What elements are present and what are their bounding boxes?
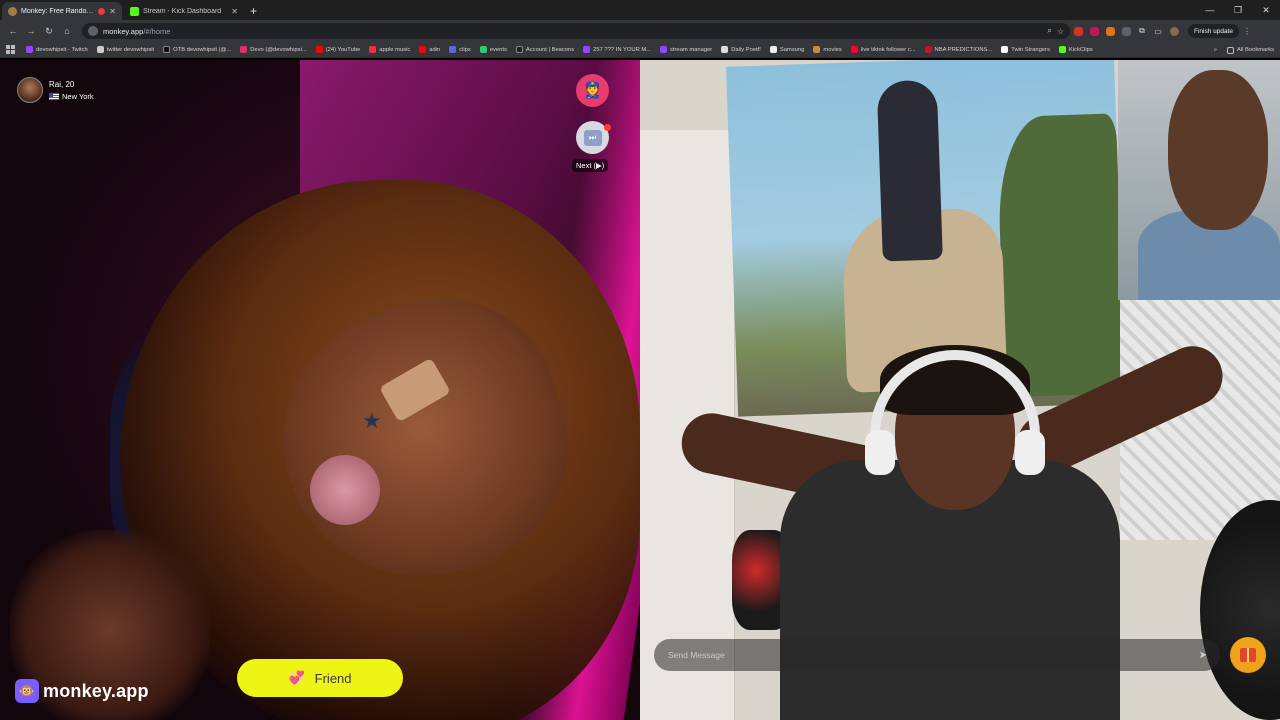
minimize-icon[interactable]: — [1196,0,1224,20]
address-bar[interactable]: monkey.app/#/home ⌕ ☆ [82,23,1070,39]
url-text: monkey.app/#/home [103,26,171,36]
bookmarks-overflow: » All Bookmarks [1207,42,1274,57]
self-video [640,60,1280,720]
bookmark-item[interactable]: clips [449,46,471,53]
stranger-video: ★ [0,60,640,720]
tab-monkey[interactable]: Monkey: Free Random Vide ✕ [2,2,122,20]
bookmark-item[interactable]: Daily Poetf! [721,46,761,53]
finish-update-button[interactable]: Finish update [1188,24,1240,38]
tab-kick-dashboard[interactable]: Stream - Kick Dashboard ✕ [124,2,244,20]
bookmark-item[interactable]: stream manager [660,46,712,53]
bookmark-item[interactable]: adin [419,46,440,53]
wall-photo [1118,60,1280,300]
bookmark-item[interactable]: OTB devowhipsit (@... [163,46,231,53]
avatar[interactable] [17,77,43,103]
close-tab-icon[interactable]: ✕ [231,7,238,16]
friend-button[interactable]: 💞 Friend [237,659,403,697]
next-tooltip: Next (▶) [572,159,609,172]
extension-red-icon[interactable] [1070,23,1086,39]
extension-grey-icon[interactable] [1118,23,1134,39]
monkey-brand: 🐵 monkey.app [15,679,149,703]
notification-dot [604,124,611,131]
reload-icon[interactable]: ↻ [40,22,58,40]
window-controls: — ❐ ✕ [1196,0,1280,20]
heart-icon: 💞 [288,670,305,685]
video-shape [1168,70,1268,230]
us-flag-icon [49,92,59,100]
police-officer-icon: 👮 [582,81,603,99]
bookmark-item[interactable]: KickClips [1058,46,1093,53]
star-sticker-icon: ★ [362,408,382,433]
extensions-puzzle-icon[interactable]: ⧉ [1134,23,1150,39]
monkey-favicon-icon [8,6,17,16]
extension-shield-icon[interactable] [1086,23,1102,39]
bookmark-item[interactable]: Twin Strangers [1001,46,1050,53]
bookmark-star-icon[interactable]: ☆ [1057,27,1064,36]
browser-menu-icon[interactable]: ⋮ [1239,23,1255,39]
gift-button[interactable] [1230,637,1266,673]
all-bookmarks-button[interactable]: All Bookmarks [1226,46,1274,54]
video-shape [876,79,943,262]
brand-name: monkey.app [43,680,149,701]
bookmarks-bar: devowhipsit - Twitch twitter devowhipsit… [0,42,1280,58]
bookmark-item[interactable]: (24) YouTube [315,46,360,53]
send-message-input[interactable] [668,650,1196,660]
stranger-details: Rai, 20 New York [49,80,94,101]
report-button[interactable]: 👮 [576,74,609,107]
monkey-logo-icon: 🐵 [15,679,39,703]
back-arrow-icon[interactable]: ← [4,22,22,40]
stranger-profile[interactable]: Rai, 20 New York [17,77,94,103]
bookmark-item[interactable]: Account | Beacons [515,46,574,53]
bookmark-item[interactable]: 257 ??? IN YOUR M... [583,46,651,53]
close-tab-icon[interactable]: ✕ [109,7,116,16]
bookmark-item[interactable]: NBA PREDICTIONS... [924,46,992,53]
stranger-name: Rai, 20 [49,79,75,89]
kick-favicon-icon [130,6,139,16]
stranger-location: New York [49,92,94,101]
site-info-icon[interactable] [88,26,98,36]
bookmark-item[interactable]: twitter devowhipsit [96,46,154,53]
gift-icon [1240,648,1256,662]
video-shape [1015,430,1045,475]
home-icon[interactable]: ⌂ [58,22,76,40]
forward-arrow-icon[interactable]: → [22,22,40,40]
bookmark-item[interactable]: Devo (@devowhipsi... [240,46,307,53]
browser-tab-strip: Monkey: Free Random Vide ✕ Stream - Kick… [0,0,1280,20]
bookmark-item[interactable]: live tiktok follower c... [850,46,916,53]
tab-title: Stream - Kick Dashboard [143,7,222,15]
bookmark-item[interactable]: devowhipsit - Twitch [26,46,88,53]
close-window-icon[interactable]: ✕ [1252,0,1280,20]
tab-title: Monkey: Free Random Vide [21,7,94,15]
send-icon[interactable]: ➤ [1196,648,1210,662]
apps-grid-icon[interactable] [6,44,16,55]
video-shape [865,430,895,475]
monkey-app-screen: Monkey: Free Random Vide ✕ Stream - Kick… [0,0,1280,720]
friend-label: Friend [314,670,352,686]
bookmark-item[interactable]: movies [813,46,842,53]
message-bar: ➤ [654,639,1220,671]
recording-indicator-icon [98,7,106,15]
maximize-icon[interactable]: ❐ [1224,0,1252,20]
browser-toolbar: ← → ↻ ⌂ monkey.app/#/home ⌕ ☆ ⧉ ▭ Finish… [0,20,1280,42]
zoom-icon[interactable]: ⌕ [1047,26,1051,36]
profile-avatar-icon[interactable] [1166,23,1182,39]
skip-next-icon: ⏭ [583,129,602,146]
bookmark-item[interactable]: Samsung [769,46,804,53]
extension-orange-icon[interactable] [1102,23,1118,39]
new-tab-button[interactable]: + [250,2,257,20]
side-panel-icon[interactable]: ▭ [1150,23,1166,39]
bookmark-item[interactable]: events [479,46,507,53]
bookmark-item[interactable]: apple music [369,46,410,53]
chevron-right-icon[interactable]: » [1214,47,1217,53]
